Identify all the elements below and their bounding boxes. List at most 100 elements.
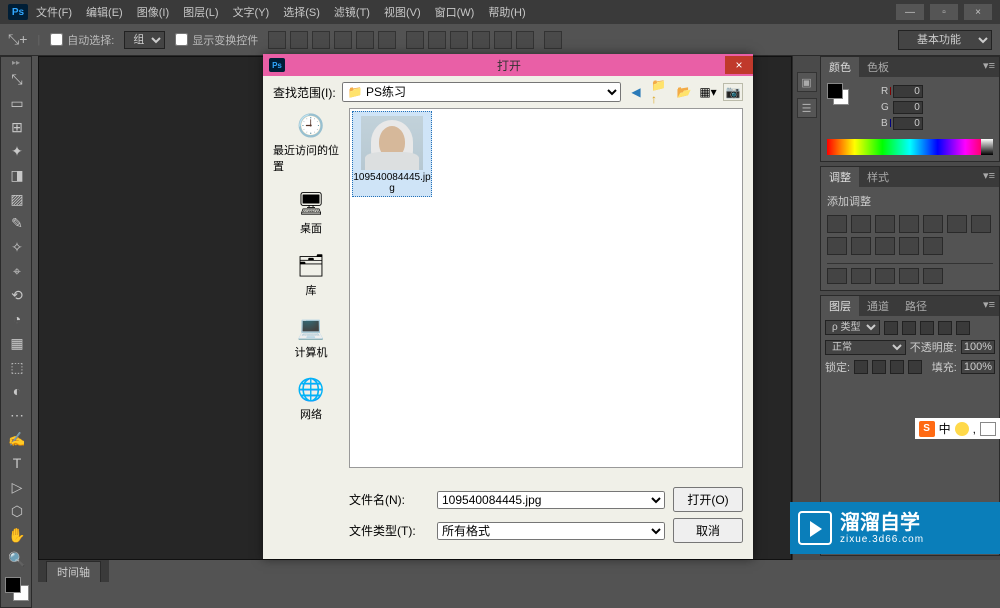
adjustment-icon[interactable] bbox=[851, 215, 871, 233]
close-button[interactable]: × bbox=[964, 4, 992, 20]
tool-3[interactable]: ✦ bbox=[1, 139, 33, 163]
adjustment-icon[interactable] bbox=[827, 215, 847, 233]
panel-menu-icon[interactable]: ▾≡ bbox=[979, 167, 999, 187]
tool-17[interactable]: ▷ bbox=[1, 475, 33, 499]
layer-filter-kind[interactable]: ρ 类型 bbox=[825, 320, 880, 335]
new-folder-icon[interactable]: 📂 bbox=[675, 83, 693, 101]
tool-6[interactable]: ✎ bbox=[1, 211, 33, 235]
tab-paths[interactable]: 路径 bbox=[897, 296, 935, 316]
adjustment-icon[interactable] bbox=[875, 268, 895, 284]
adjustment-icon[interactable] bbox=[899, 268, 919, 284]
align-icon[interactable] bbox=[356, 31, 374, 49]
adjustment-icon[interactable] bbox=[827, 237, 847, 255]
arrange-icon[interactable] bbox=[544, 31, 562, 49]
up-icon[interactable]: 📁↑ bbox=[651, 83, 669, 101]
open-button[interactable]: 打开(O) bbox=[673, 487, 743, 512]
tab-color[interactable]: 颜色 bbox=[821, 57, 859, 77]
tool-18[interactable]: ⬡ bbox=[1, 499, 33, 523]
show-transform-checkbox[interactable]: 显示变换控件 bbox=[175, 32, 258, 48]
tool-1[interactable]: ▭ bbox=[1, 91, 33, 115]
minimize-button[interactable]: — bbox=[896, 4, 924, 20]
distribute-icon[interactable] bbox=[428, 31, 446, 49]
distribute-icon[interactable] bbox=[406, 31, 424, 49]
dialog-close-button[interactable]: × bbox=[725, 56, 753, 74]
tool-0[interactable]: ⤡ bbox=[1, 67, 33, 91]
adjustment-icon[interactable] bbox=[923, 215, 943, 233]
align-icon[interactable] bbox=[334, 31, 352, 49]
cancel-button[interactable]: 取消 bbox=[673, 518, 743, 543]
blend-mode-select[interactable]: 正常 bbox=[825, 340, 906, 355]
tool-2[interactable]: ⊞ bbox=[1, 115, 33, 139]
places-item[interactable]: 🌐网络 bbox=[295, 376, 327, 422]
r-value[interactable]: 0 bbox=[893, 85, 923, 98]
menu-file[interactable]: 文件(F) bbox=[36, 4, 72, 20]
workspace-select[interactable]: 基本功能 bbox=[898, 30, 992, 50]
adjustment-icon[interactable] bbox=[971, 215, 991, 233]
places-item[interactable]: 🕘最近访问的位置 bbox=[273, 112, 349, 174]
tab-styles[interactable]: 样式 bbox=[859, 167, 897, 187]
filetype-select[interactable]: 所有格式 bbox=[437, 522, 665, 540]
menu-edit[interactable]: 编辑(E) bbox=[86, 4, 123, 20]
tool-13[interactable]: ◐ bbox=[1, 379, 33, 403]
adjustment-icon[interactable] bbox=[947, 215, 967, 233]
tab-adjustments[interactable]: 调整 bbox=[821, 167, 859, 187]
look-in-select[interactable]: 📁 PS练习 bbox=[342, 82, 621, 102]
adjustment-icon[interactable] bbox=[875, 237, 895, 255]
menu-select[interactable]: 选择(S) bbox=[283, 4, 320, 20]
color-spectrum[interactable] bbox=[827, 139, 993, 155]
menu-help[interactable]: 帮助(H) bbox=[488, 4, 525, 20]
menu-type[interactable]: 文字(Y) bbox=[233, 4, 270, 20]
opacity-value[interactable]: 100% bbox=[961, 340, 995, 354]
back-icon[interactable]: ◀ bbox=[627, 83, 645, 101]
places-item[interactable]: 🖥桌面 bbox=[295, 190, 327, 236]
auto-select-mode[interactable]: 组 bbox=[124, 31, 165, 49]
history-icon[interactable]: ▣ bbox=[797, 72, 817, 92]
places-item[interactable]: 💻计算机 bbox=[295, 314, 328, 360]
properties-icon[interactable]: ☰ bbox=[797, 98, 817, 118]
lock-icon[interactable] bbox=[872, 360, 886, 374]
align-icon[interactable] bbox=[378, 31, 396, 49]
file-list[interactable]: 109540084445.jpg bbox=[349, 108, 743, 468]
tool-19[interactable]: ✋ bbox=[1, 523, 33, 547]
distribute-icon[interactable] bbox=[494, 31, 512, 49]
tool-16[interactable]: T bbox=[1, 451, 33, 475]
fill-value[interactable]: 100% bbox=[961, 360, 995, 374]
menu-view[interactable]: 视图(V) bbox=[384, 4, 421, 20]
timeline-tab[interactable]: 时间轴 bbox=[46, 561, 101, 582]
maximize-button[interactable]: ▫ bbox=[930, 4, 958, 20]
view-menu-icon[interactable]: ▦▾ bbox=[699, 83, 717, 101]
adjustment-icon[interactable] bbox=[899, 215, 919, 233]
b-slider[interactable] bbox=[890, 119, 891, 127]
tool-9[interactable]: ⟲ bbox=[1, 283, 33, 307]
tab-swatches[interactable]: 色板 bbox=[859, 57, 897, 77]
filter-icon[interactable] bbox=[920, 321, 934, 335]
menu-image[interactable]: 图像(I) bbox=[137, 4, 169, 20]
tool-7[interactable]: ✧ bbox=[1, 235, 33, 259]
tab-layers[interactable]: 图层 bbox=[821, 296, 859, 316]
tool-8[interactable]: ⌖ bbox=[1, 259, 33, 283]
ime-indicator[interactable]: S 中 , bbox=[915, 418, 1000, 439]
align-icon[interactable] bbox=[268, 31, 286, 49]
lock-icon[interactable] bbox=[890, 360, 904, 374]
places-item[interactable]: 🗂库 bbox=[295, 252, 327, 298]
tool-14[interactable]: ⋯ bbox=[1, 403, 33, 427]
filter-icon[interactable] bbox=[884, 321, 898, 335]
adjustment-icon[interactable] bbox=[899, 237, 919, 255]
adjustment-icon[interactable] bbox=[827, 268, 847, 284]
tool-4[interactable]: ◨ bbox=[1, 163, 33, 187]
toolbox-grip[interactable]: ▸▸ bbox=[1, 57, 31, 67]
adjustment-icon[interactable] bbox=[923, 237, 943, 255]
panel-menu-icon[interactable]: ▾≡ bbox=[979, 57, 999, 77]
r-slider[interactable] bbox=[890, 87, 891, 95]
panel-menu-icon[interactable]: ▾≡ bbox=[979, 296, 999, 316]
auto-select-checkbox[interactable]: 自动选择: bbox=[50, 32, 114, 48]
menu-filter[interactable]: 滤镜(T) bbox=[334, 4, 370, 20]
g-value[interactable]: 0 bbox=[893, 101, 923, 114]
adjustment-icon[interactable] bbox=[923, 268, 943, 284]
filter-icon[interactable] bbox=[956, 321, 970, 335]
file-item[interactable]: 109540084445.jpg bbox=[352, 111, 432, 197]
foreground-background-swatch[interactable] bbox=[1, 575, 31, 607]
filter-icon[interactable] bbox=[938, 321, 952, 335]
tool-12[interactable]: ⬚ bbox=[1, 355, 33, 379]
preview-icon[interactable]: 📷 bbox=[723, 83, 743, 101]
